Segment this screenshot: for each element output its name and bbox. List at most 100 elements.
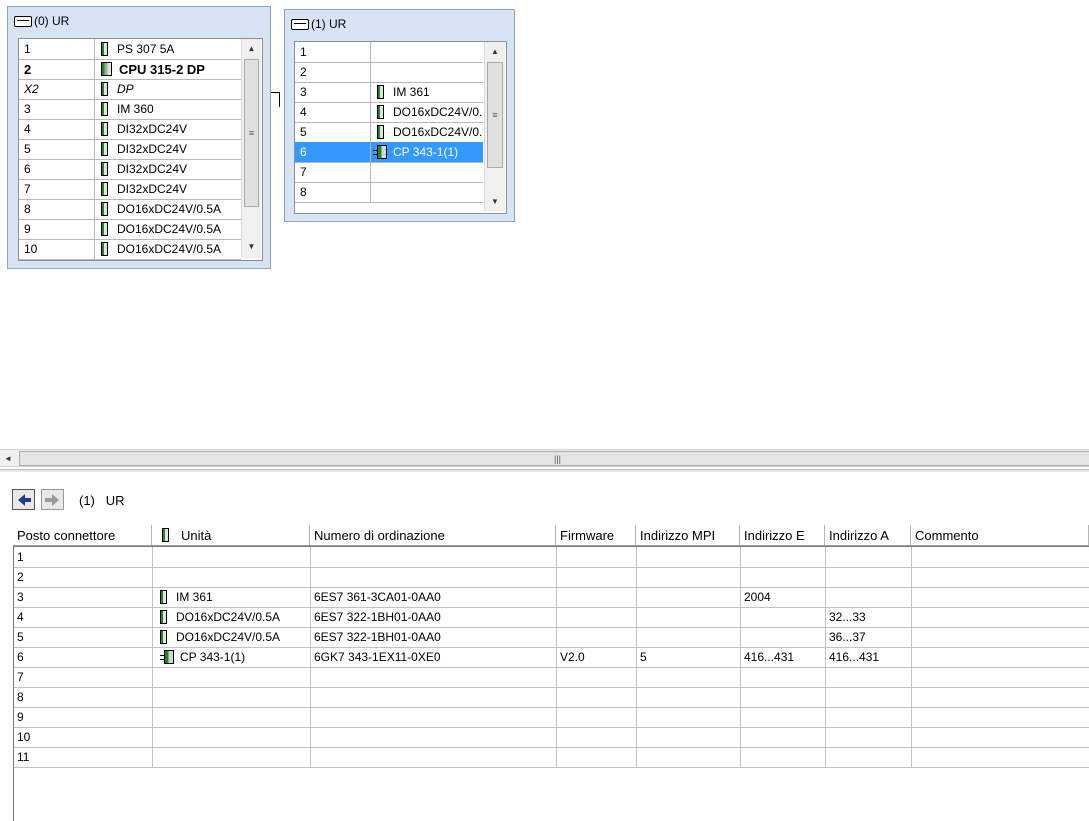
mpi-address-cell[interactable] — [637, 707, 741, 727]
order-number-cell[interactable]: 6GK7 343-1EX11-0XE0 — [311, 647, 557, 667]
unit-cell[interactable]: DO16xDC24V/0.5A — [153, 607, 311, 627]
column-header[interactable]: Posto connettore — [13, 525, 152, 545]
table-row[interactable]: 7 — [14, 667, 1089, 688]
mpi-address-cell[interactable] — [637, 587, 741, 607]
rack-0-table[interactable]: 1 PS 307 5A 2 CPU 315-2 DP X2 DP 3 IM 360 4 DI32x… — [18, 38, 263, 261]
comment-cell[interactable] — [912, 747, 1089, 767]
rack-0-slot-row[interactable]: 8 DO16xDC24V/0.5A — [19, 199, 241, 220]
output-address-cell[interactable] — [826, 667, 912, 687]
rack-1-slot-row[interactable]: 3 IM 361 — [295, 82, 483, 103]
rack-0-slot-row[interactable]: 7 DI32xDC24V — [19, 179, 241, 200]
order-number-cell[interactable] — [311, 707, 557, 727]
mpi-address-cell[interactable] — [637, 727, 741, 747]
firmware-cell[interactable] — [557, 667, 637, 687]
scroll-up-arrow-icon[interactable]: ▲ — [242, 41, 261, 55]
order-number-cell[interactable] — [311, 727, 557, 747]
firmware-cell[interactable] — [557, 687, 637, 707]
rack-1-slot-row[interactable]: 6 CP 343-1(1) — [295, 142, 483, 163]
horizontal-scroll-thumb[interactable]: ||| — [19, 451, 1089, 466]
slot-cell[interactable]: 5 — [14, 627, 153, 647]
input-address-cell[interactable] — [741, 567, 826, 587]
order-number-cell[interactable]: 6ES7 322-1BH01-0AA0 — [311, 627, 557, 647]
comment-cell[interactable] — [912, 567, 1089, 587]
unit-cell[interactable]: CP 343-1(1) — [153, 647, 311, 667]
rack-0-slot-row[interactable]: 9 DO16xDC24V/0.5A — [19, 219, 241, 240]
slot-cell[interactable]: 1 — [14, 547, 153, 567]
output-address-cell[interactable] — [826, 587, 912, 607]
output-address-cell[interactable] — [826, 687, 912, 707]
mpi-address-cell[interactable] — [637, 687, 741, 707]
table-row[interactable]: 11 — [14, 747, 1089, 768]
scroll-up-arrow-icon[interactable]: ▲ — [485, 44, 505, 58]
rack-0-window[interactable]: (0) UR 1 PS 307 5A 2 CPU 315-2 DP X2 DP 3 IM 36… — [7, 6, 271, 269]
table-row[interactable]: 1 — [14, 547, 1089, 568]
output-address-cell[interactable] — [826, 547, 912, 567]
unit-cell[interactable] — [153, 727, 311, 747]
table-row[interactable]: 10 — [14, 727, 1089, 748]
firmware-cell[interactable] — [557, 627, 637, 647]
column-header[interactable]: Indirizzo A — [825, 525, 911, 545]
table-row[interactable]: 8 — [14, 687, 1089, 708]
order-number-cell[interactable] — [311, 747, 557, 767]
rack-1-slot-row[interactable]: 2 — [295, 62, 483, 83]
mpi-address-cell[interactable]: 5 — [637, 647, 741, 667]
rack-1-window[interactable]: (1) UR 123 IM 361 4 DO16xDC24V/0.5A 5 DO16xDC… — [284, 9, 515, 222]
firmware-cell[interactable] — [557, 747, 637, 767]
output-address-cell[interactable] — [826, 727, 912, 747]
order-number-cell[interactable]: 6ES7 361-3CA01-0AA0 — [311, 587, 557, 607]
comment-cell[interactable] — [912, 707, 1089, 727]
column-header[interactable]: Firmware — [556, 525, 636, 545]
unit-cell[interactable] — [153, 747, 311, 767]
back-button[interactable] — [12, 489, 35, 510]
unit-cell[interactable] — [153, 667, 311, 687]
order-number-cell[interactable] — [311, 547, 557, 567]
unit-cell[interactable]: IM 361 — [153, 587, 311, 607]
firmware-cell[interactable] — [557, 607, 637, 627]
table-row[interactable]: 3 IM 361 6ES7 361-3CA01-0AA0 2004 — [14, 587, 1089, 608]
rack-1-slot-row[interactable]: 8 — [295, 182, 483, 203]
firmware-cell[interactable]: V2.0 — [557, 647, 637, 667]
firmware-cell[interactable] — [557, 707, 637, 727]
input-address-cell[interactable] — [741, 667, 826, 687]
mpi-address-cell[interactable] — [637, 567, 741, 587]
pane-splitter[interactable] — [0, 469, 1089, 472]
column-header[interactable]: Numero di ordinazione — [310, 525, 556, 545]
rack-0-slot-row[interactable]: 10 DO16xDC24V/0.5A — [19, 239, 241, 260]
input-address-cell[interactable]: 2004 — [741, 587, 826, 607]
rack-0-slot-row[interactable]: X2 DP — [19, 79, 241, 100]
input-address-cell[interactable] — [741, 727, 826, 747]
detail-table[interactable]: 1 2 3 IM 361 6ES7 361-3CA01-0AA0 2004 4 DO16xDC… — [13, 546, 1089, 821]
mpi-address-cell[interactable] — [637, 747, 741, 767]
rack-0-slot-row[interactable]: 3 IM 360 — [19, 99, 241, 120]
mpi-address-cell[interactable] — [637, 607, 741, 627]
station-horizontal-scrollbar[interactable]: ◄ ||| — [0, 449, 1089, 467]
column-header[interactable]: Commento — [911, 525, 1089, 545]
output-address-cell[interactable]: 416...431 — [826, 647, 912, 667]
slot-cell[interactable]: 7 — [14, 667, 153, 687]
comment-cell[interactable] — [912, 607, 1089, 627]
scroll-left-arrow-icon[interactable]: ◄ — [2, 450, 14, 466]
firmware-cell[interactable] — [557, 727, 637, 747]
forward-button[interactable] — [41, 489, 64, 510]
comment-cell[interactable] — [912, 687, 1089, 707]
input-address-cell[interactable]: 416...431 — [741, 647, 826, 667]
unit-cell[interactable] — [153, 687, 311, 707]
order-number-cell[interactable] — [311, 687, 557, 707]
table-row[interactable]: 5 DO16xDC24V/0.5A 6ES7 322-1BH01-0AA0 36...… — [14, 627, 1089, 648]
slot-cell[interactable]: 4 — [14, 607, 153, 627]
rack-0-slot-row[interactable]: 1 PS 307 5A — [19, 39, 241, 60]
column-header[interactable]: Indirizzo E — [740, 525, 825, 545]
input-address-cell[interactable] — [741, 607, 826, 627]
vertical-scroll-thumb[interactable]: ≡ — [244, 59, 259, 207]
rack-0-vertical-scrollbar[interactable]: ▲ ≡ ▼ — [241, 39, 261, 258]
firmware-cell[interactable] — [557, 587, 637, 607]
order-number-cell[interactable] — [311, 567, 557, 587]
output-address-cell[interactable]: 32...33 — [826, 607, 912, 627]
slot-cell[interactable]: 6 — [14, 647, 153, 667]
comment-cell[interactable] — [912, 547, 1089, 567]
input-address-cell[interactable] — [741, 747, 826, 767]
slot-cell[interactable]: 8 — [14, 687, 153, 707]
output-address-cell[interactable] — [826, 707, 912, 727]
table-row[interactable]: 6 CP 343-1(1) 6GK7 343-1EX11-0XE0 V2.0 5 416.… — [14, 647, 1089, 668]
mpi-address-cell[interactable] — [637, 547, 741, 567]
